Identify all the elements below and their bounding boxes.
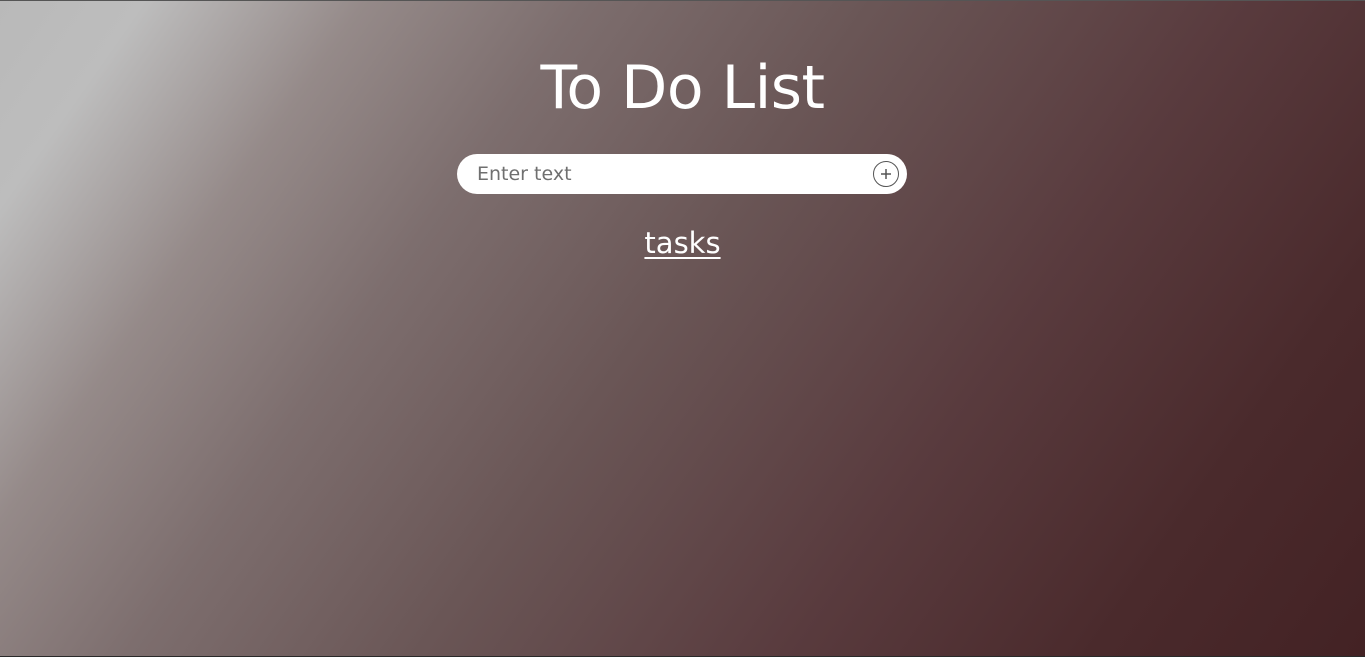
tasks-section: tasks: [0, 225, 1365, 261]
page-title: To Do List: [540, 53, 825, 123]
add-task-button[interactable]: [873, 161, 899, 187]
task-text-input[interactable]: [477, 154, 867, 194]
todo-app: To Do List tasks: [0, 1, 1365, 657]
task-input-container: [457, 154, 907, 194]
plus-circle-icon: [881, 169, 891, 179]
tasks-link[interactable]: tasks: [644, 226, 720, 260]
